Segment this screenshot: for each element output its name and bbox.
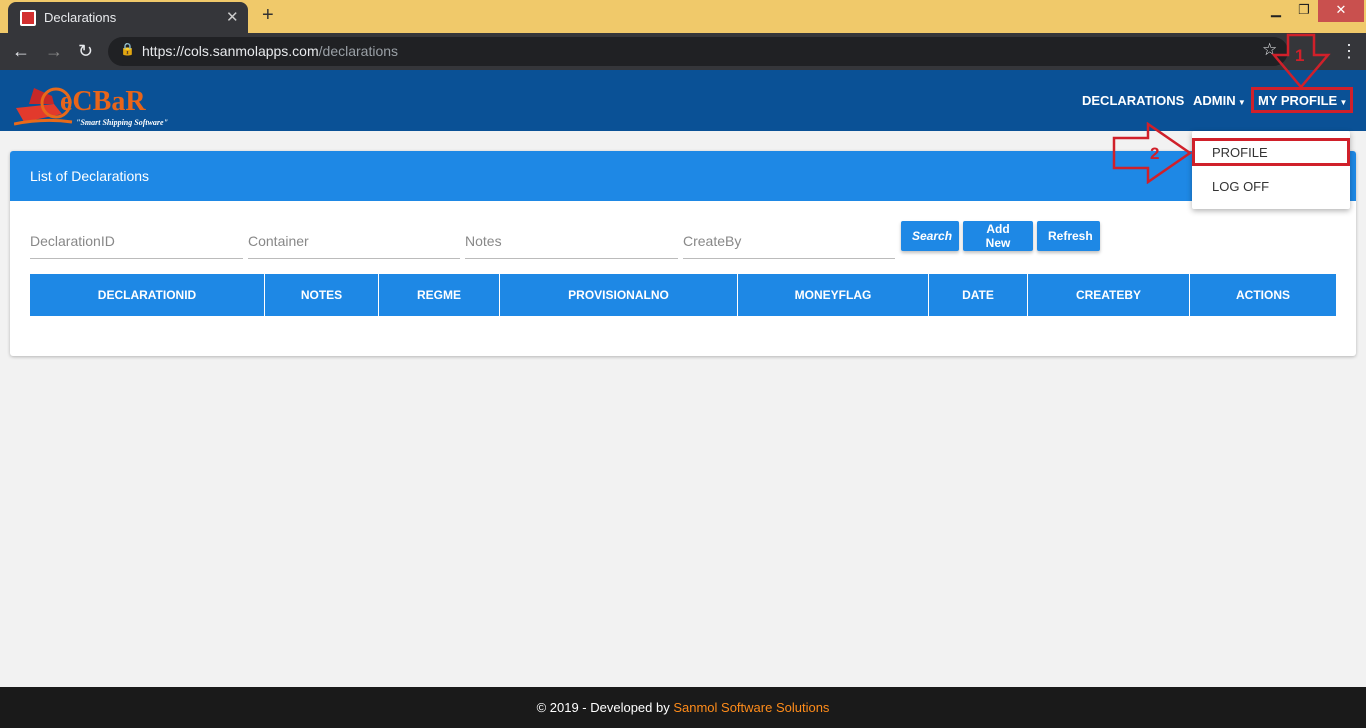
caret-down-icon: ▼: [1235, 98, 1246, 107]
footer-text: © 2019 - Developed by: [536, 700, 674, 715]
lock-icon: 🔒: [120, 42, 135, 56]
container-input[interactable]: [248, 223, 460, 259]
minimize-icon[interactable]: ▁: [1264, 0, 1288, 22]
logo-tagline: "Smart Shipping Software": [76, 118, 169, 127]
declaration-id-input[interactable]: [30, 223, 243, 259]
col-declarationid[interactable]: DECLARATIONID: [30, 274, 265, 316]
notes-input[interactable]: [465, 223, 678, 259]
footer: © 2019 - Developed by Sanmol Software So…: [0, 687, 1366, 728]
col-regme[interactable]: REGME: [379, 274, 500, 316]
close-tab-icon[interactable]: ✕: [226, 8, 239, 26]
col-createby[interactable]: CREATEBY: [1028, 274, 1190, 316]
col-moneyflag[interactable]: MONEYFLAG: [738, 274, 929, 316]
nav-admin[interactable]: ADMIN ▼: [1193, 93, 1246, 108]
col-notes[interactable]: NOTES: [265, 274, 379, 316]
browser-title-bar: Declarations ✕ + ▁ ❐ ✕: [0, 0, 1366, 33]
add-new-button[interactable]: Add New: [963, 221, 1033, 251]
restore-icon[interactable]: ❐: [1292, 0, 1316, 22]
ecbar-logo[interactable]: eCBaR "Smart Shipping Software": [14, 78, 189, 128]
col-actions[interactable]: ACTIONS: [1190, 274, 1336, 316]
menu-item-log-off[interactable]: LOG OFF: [1212, 179, 1269, 194]
search-button[interactable]: Search: [901, 221, 959, 251]
nav-declarations[interactable]: DECLARATIONS: [1082, 93, 1184, 108]
close-window-icon[interactable]: ✕: [1318, 0, 1364, 22]
url-input[interactable]: 🔒 https://cols.sanmolapps.com/declaratio…: [108, 37, 1288, 66]
reload-icon[interactable]: ↻: [78, 41, 93, 62]
annotation-box-my-profile: [1251, 87, 1353, 113]
createby-input[interactable]: [683, 223, 895, 259]
col-date[interactable]: DATE: [929, 274, 1028, 316]
menu-icon[interactable]: ⋮: [1340, 41, 1358, 62]
table-header: DECLARATIONID NOTES REGME PROVISIONALNO …: [30, 274, 1336, 316]
logo-text: eCBaR: [60, 86, 146, 117]
browser-tab[interactable]: Declarations ✕: [8, 2, 248, 33]
refresh-button[interactable]: Refresh: [1037, 221, 1100, 251]
footer-link[interactable]: Sanmol Software Solutions: [673, 700, 829, 715]
url-path: /declarations: [318, 43, 399, 59]
url-host: https://cols.sanmolapps.com: [142, 43, 319, 59]
tab-title: Declarations: [44, 10, 117, 25]
annotation-step-2: 2: [1150, 144, 1160, 163]
annotation-box-profile: [1192, 138, 1350, 166]
new-tab-icon[interactable]: +: [262, 4, 274, 27]
address-bar-row: ← → ↻ 🔒 https://cols.sanmolapps.com/decl…: [0, 33, 1366, 70]
forward-icon[interactable]: →: [45, 41, 63, 62]
favicon-icon: [20, 10, 36, 26]
col-provisionalno[interactable]: PROVISIONALNO: [500, 274, 738, 316]
nav-admin-label: ADMIN: [1193, 93, 1236, 108]
annotation-step-1: 1: [1295, 46, 1305, 65]
back-icon[interactable]: ←: [12, 41, 30, 62]
